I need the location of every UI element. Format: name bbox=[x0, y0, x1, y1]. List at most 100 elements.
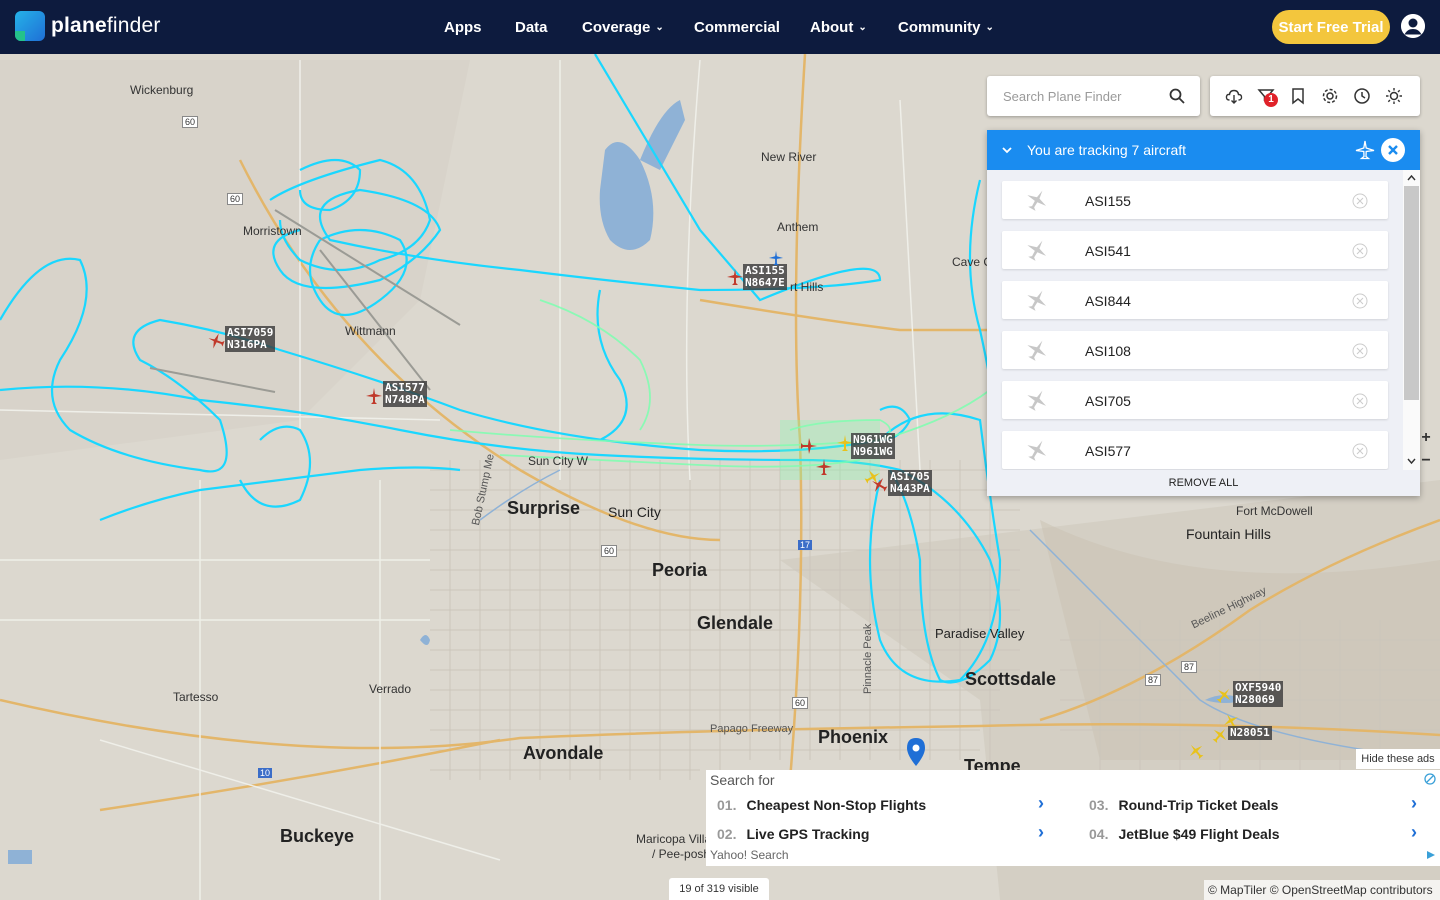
nav-data[interactable]: Data bbox=[515, 19, 548, 36]
tracked-aircraft-item[interactable]: ASI844 bbox=[1002, 281, 1388, 319]
chevron-right-icon[interactable]: › bbox=[1038, 822, 1044, 843]
aircraft-icon[interactable] bbox=[1211, 726, 1229, 744]
chevron-right-icon[interactable]: › bbox=[1411, 822, 1417, 843]
settings-icon[interactable] bbox=[1321, 87, 1339, 105]
ad-item[interactable]: 03. Round-Trip Ticket Deals bbox=[1089, 797, 1278, 813]
road-shield: 10 bbox=[258, 768, 273, 778]
search-icon[interactable] bbox=[1169, 88, 1185, 104]
ad-panel: Search for 01. Cheapest Non-Stop Flights … bbox=[706, 770, 1440, 866]
ad-info-icon[interactable] bbox=[1426, 850, 1436, 860]
aircraft-icon[interactable] bbox=[1215, 686, 1233, 704]
ad-choices-icon[interactable] bbox=[1424, 773, 1436, 785]
zoom-in-button[interactable]: + bbox=[1417, 429, 1435, 447]
remove-circle-icon[interactable] bbox=[1352, 193, 1368, 209]
visible-aircraft-count: 19 of 319 visible bbox=[669, 878, 769, 900]
ad-item-number: 01. bbox=[717, 797, 737, 813]
aircraft-tag[interactable]: ASI705 N443PA bbox=[888, 470, 932, 496]
user-account-icon[interactable] bbox=[1401, 14, 1425, 38]
map-attribution[interactable]: © MapTiler © OpenStreetMap contributors bbox=[1204, 880, 1440, 900]
zoom-out-button[interactable]: − bbox=[1417, 452, 1435, 470]
scroll-up-icon[interactable] bbox=[1407, 174, 1416, 181]
cloud-icon[interactable] bbox=[1225, 87, 1243, 105]
place-label: Sun City W bbox=[528, 454, 589, 468]
close-icon bbox=[1388, 145, 1398, 155]
aircraft-icon[interactable] bbox=[207, 332, 225, 350]
scroll-down-icon[interactable] bbox=[1407, 458, 1416, 465]
ad-item-label: Cheapest Non-Stop Flights bbox=[746, 797, 927, 813]
tracked-callsign: ASI705 bbox=[1085, 393, 1131, 409]
chevron-down-icon[interactable] bbox=[1001, 144, 1013, 156]
hide-ads-link[interactable]: Hide these ads bbox=[1356, 749, 1440, 769]
aircraft-icon[interactable] bbox=[870, 476, 888, 494]
weather-icon[interactable] bbox=[1385, 87, 1403, 105]
aircraft-tag[interactable]: ASI577 N748PA bbox=[383, 381, 427, 407]
remove-circle-icon[interactable] bbox=[1352, 343, 1368, 359]
remove-circle-icon[interactable] bbox=[1352, 443, 1368, 459]
place-label: Avondale bbox=[523, 743, 604, 763]
remove-circle-icon[interactable] bbox=[1352, 293, 1368, 309]
aircraft-tag[interactable]: N28051 bbox=[1228, 726, 1272, 740]
aircraft-icon[interactable] bbox=[800, 437, 818, 455]
nav-community-label: Community bbox=[898, 18, 981, 36]
aircraft-tag[interactable]: ASI155 N8647E bbox=[743, 264, 787, 290]
tracked-aircraft-item[interactable]: ASI577 bbox=[1002, 431, 1388, 469]
remove-all-button[interactable]: REMOVE ALL bbox=[987, 471, 1420, 496]
bookmark-icon[interactable] bbox=[1289, 87, 1307, 105]
remove-circle-icon[interactable] bbox=[1352, 393, 1368, 409]
ad-item-label: JetBlue $49 Flight Deals bbox=[1118, 826, 1280, 842]
tracked-aircraft-item[interactable]: ASI155 bbox=[1002, 181, 1388, 219]
place-label: Cave C bbox=[952, 255, 993, 269]
remove-circle-icon[interactable] bbox=[1352, 243, 1368, 259]
tag-registration: N28069 bbox=[1235, 693, 1275, 706]
history-icon[interactable] bbox=[1353, 87, 1371, 105]
nav-about[interactable]: About ⌄ bbox=[810, 19, 867, 36]
tag-registration: N748PA bbox=[385, 393, 425, 406]
place-label: Sun City bbox=[608, 504, 661, 520]
chevron-down-icon: ⌄ bbox=[985, 21, 994, 33]
ad-item[interactable]: 02. Live GPS Tracking bbox=[717, 826, 869, 842]
airplane-icon[interactable] bbox=[1355, 140, 1375, 160]
road-shield: 60 bbox=[601, 545, 618, 557]
aircraft-icon[interactable] bbox=[726, 268, 744, 286]
close-panel-button[interactable] bbox=[1381, 138, 1405, 162]
aircraft-silhouette-icon bbox=[1027, 290, 1047, 311]
aircraft-tag[interactable]: N961WG N961WG bbox=[851, 433, 895, 459]
aircraft-icon[interactable] bbox=[768, 250, 784, 266]
ad-item-number: 03. bbox=[1089, 797, 1109, 813]
nav-commercial[interactable]: Commercial bbox=[694, 19, 780, 36]
aircraft-tag[interactable]: ASI7059 N316PA bbox=[225, 326, 276, 352]
place-label: Fountain Hills bbox=[1186, 526, 1271, 542]
search-input[interactable] bbox=[1001, 87, 1165, 105]
tracking-panel-header[interactable]: You are tracking 7 aircraft bbox=[987, 130, 1420, 170]
place-label: Peoria bbox=[652, 560, 708, 580]
place-label: Glendale bbox=[697, 613, 774, 633]
aircraft-icon[interactable] bbox=[815, 458, 833, 476]
nav-coverage-label: Coverage bbox=[582, 18, 651, 36]
nav-apps[interactable]: Apps bbox=[444, 19, 482, 36]
nav-coverage[interactable]: Coverage ⌄ bbox=[582, 19, 664, 36]
tracked-aircraft-item[interactable]: ASI108 bbox=[1002, 331, 1388, 369]
tracked-aircraft-item[interactable]: ASI705 bbox=[1002, 381, 1388, 419]
scrollbar-thumb[interactable] bbox=[1404, 186, 1419, 400]
ad-item[interactable]: 04. JetBlue $49 Flight Deals bbox=[1089, 826, 1280, 842]
chevron-right-icon[interactable]: › bbox=[1038, 793, 1044, 814]
filter-count-badge: 1 bbox=[1264, 93, 1278, 107]
tracked-callsign: ASI541 bbox=[1085, 243, 1131, 259]
tag-registration: N8647E bbox=[745, 276, 785, 289]
aircraft-icon[interactable] bbox=[365, 387, 383, 405]
aircraft-icon[interactable] bbox=[1187, 742, 1205, 760]
tag-registration: N443PA bbox=[890, 482, 930, 495]
place-label: Wittmann bbox=[345, 324, 396, 338]
tracking-list-scrollbar[interactable] bbox=[1403, 170, 1420, 470]
aircraft-tag[interactable]: OXF5940 N28069 bbox=[1233, 681, 1284, 707]
ad-search-for: Search for bbox=[710, 772, 775, 788]
chevron-right-icon[interactable]: › bbox=[1411, 793, 1417, 814]
top-navigation-bar: planefinder Apps Data Coverage ⌄ Commerci… bbox=[0, 0, 1440, 54]
ad-item[interactable]: 01. Cheapest Non-Stop Flights bbox=[717, 797, 926, 813]
nav-community[interactable]: Community ⌄ bbox=[898, 19, 994, 36]
tracked-aircraft-item[interactable]: ASI541 bbox=[1002, 231, 1388, 269]
tracking-panel: You are tracking 7 aircraft ASI155 ASI54… bbox=[987, 130, 1420, 496]
start-free-trial-button[interactable]: Start Free Trial bbox=[1272, 10, 1390, 44]
ad-item-label: Round-Trip Ticket Deals bbox=[1118, 797, 1279, 813]
road-label: Pinnacle Peak bbox=[862, 623, 874, 694]
